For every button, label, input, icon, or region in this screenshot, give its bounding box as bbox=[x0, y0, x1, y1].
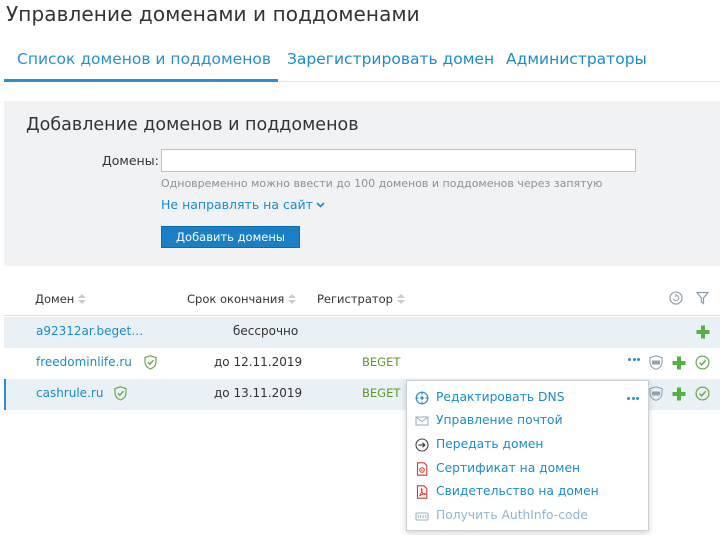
expiry-date: бессрочно bbox=[233, 324, 299, 338]
verified-shield-icon bbox=[114, 386, 127, 405]
verified-shield-icon bbox=[144, 355, 157, 374]
chevron-down-icon bbox=[316, 201, 325, 211]
menu-item-edit-dns[interactable]: Редактировать DNS bbox=[415, 389, 640, 409]
filter-icon[interactable] bbox=[695, 290, 710, 309]
add-domains-panel: Добавление доменов и поддоменов Домены: … bbox=[4, 101, 720, 266]
column-domain-label: Домен bbox=[35, 292, 75, 306]
tab-domain-list[interactable]: Список доменов и поддоменов bbox=[17, 50, 271, 68]
redirect-toggle-link[interactable]: Не направлять на сайт bbox=[161, 197, 325, 212]
certificate-pdf-icon bbox=[415, 462, 429, 476]
column-domain-header[interactable]: Домен bbox=[35, 292, 87, 306]
domains-hint: Одновременно можно ввести до 100 доменов… bbox=[161, 177, 603, 190]
sort-icon bbox=[396, 294, 405, 304]
domain-actions-menu: Редактировать DNS Управление почтой Пере… bbox=[406, 380, 649, 531]
tab-administrators[interactable]: Администраторы bbox=[506, 50, 647, 68]
add-subdomain-icon[interactable] bbox=[696, 324, 710, 343]
authinfo-icon bbox=[415, 509, 429, 523]
check-circle-icon[interactable] bbox=[695, 386, 710, 405]
menu-item-transfer-domain[interactable]: Передать домен bbox=[415, 436, 640, 456]
refresh-icon[interactable] bbox=[669, 290, 683, 309]
column-expiry-label: Срок окончания bbox=[187, 292, 285, 306]
redirect-link-label: Не направлять на сайт bbox=[161, 197, 313, 212]
expiry-date: до 12.11.2019 bbox=[214, 355, 303, 369]
menu-item-label: Управление почтой bbox=[436, 413, 563, 427]
domains-label: Домены: bbox=[102, 153, 159, 168]
menu-item-label: Редактировать DNS bbox=[436, 390, 565, 404]
column-registrar-label: Регистратор bbox=[317, 292, 393, 306]
menu-item-label: Сертификат на домен bbox=[436, 461, 581, 475]
expiry-date: до 13.11.2019 bbox=[214, 386, 303, 400]
domain-link[interactable]: a92312ar.beget… bbox=[36, 324, 143, 338]
table-row[interactable]: freedominlife.ru до 12.11.2019 BEGET bbox=[4, 348, 720, 379]
dns-icon bbox=[415, 391, 429, 405]
ssl-icon[interactable] bbox=[649, 386, 663, 405]
column-registrar-header[interactable]: Регистратор bbox=[317, 292, 405, 306]
sort-icon bbox=[288, 294, 297, 304]
domain-link[interactable]: freedominlife.ru bbox=[36, 355, 132, 369]
tab-register-domain[interactable]: Зарегистрировать домен bbox=[287, 50, 494, 68]
table-row[interactable]: a92312ar.beget… бессрочно bbox=[4, 317, 720, 348]
registrar-name: BEGET bbox=[362, 386, 401, 400]
column-expiry-header[interactable]: Срок окончания bbox=[187, 292, 297, 306]
table-header: Домен Срок окончания Регистратор bbox=[4, 288, 720, 316]
registrar-name: BEGET bbox=[362, 355, 401, 369]
menu-item-mail-management[interactable]: Управление почтой bbox=[415, 412, 640, 432]
more-actions-icon[interactable] bbox=[628, 358, 640, 362]
transfer-icon bbox=[415, 438, 429, 452]
add-subdomain-icon[interactable] bbox=[672, 386, 686, 405]
menu-item-domain-registration-certificate[interactable]: Свидетельство на домен bbox=[415, 483, 640, 503]
domains-input[interactable] bbox=[161, 149, 636, 172]
page-title: Управление доменами и поддоменами bbox=[6, 2, 420, 26]
menu-item-domain-certificate[interactable]: Сертификат на домен bbox=[415, 460, 640, 480]
add-domains-button[interactable]: Добавить домены bbox=[161, 226, 300, 248]
check-circle-icon[interactable] bbox=[695, 355, 710, 374]
menu-item-label: Свидетельство на домен bbox=[436, 484, 599, 498]
add-subdomain-icon[interactable] bbox=[672, 355, 686, 374]
pdf-icon bbox=[415, 485, 429, 499]
active-tab-indicator bbox=[4, 79, 278, 82]
menu-item-label: Получить AuthInfo-code bbox=[436, 508, 588, 522]
tab-bar: Список доменов и поддоменов Зарегистриро… bbox=[4, 46, 720, 82]
menu-item-label: Передать домен bbox=[436, 437, 544, 451]
domain-link[interactable]: cashrule.ru bbox=[36, 386, 103, 400]
mail-icon bbox=[415, 414, 429, 428]
menu-item-get-authinfo-code[interactable]: Получить AuthInfo-code bbox=[415, 507, 640, 527]
ssl-icon[interactable] bbox=[649, 355, 663, 374]
sort-icon bbox=[78, 294, 87, 304]
add-domains-title: Добавление доменов и поддоменов bbox=[26, 115, 359, 135]
